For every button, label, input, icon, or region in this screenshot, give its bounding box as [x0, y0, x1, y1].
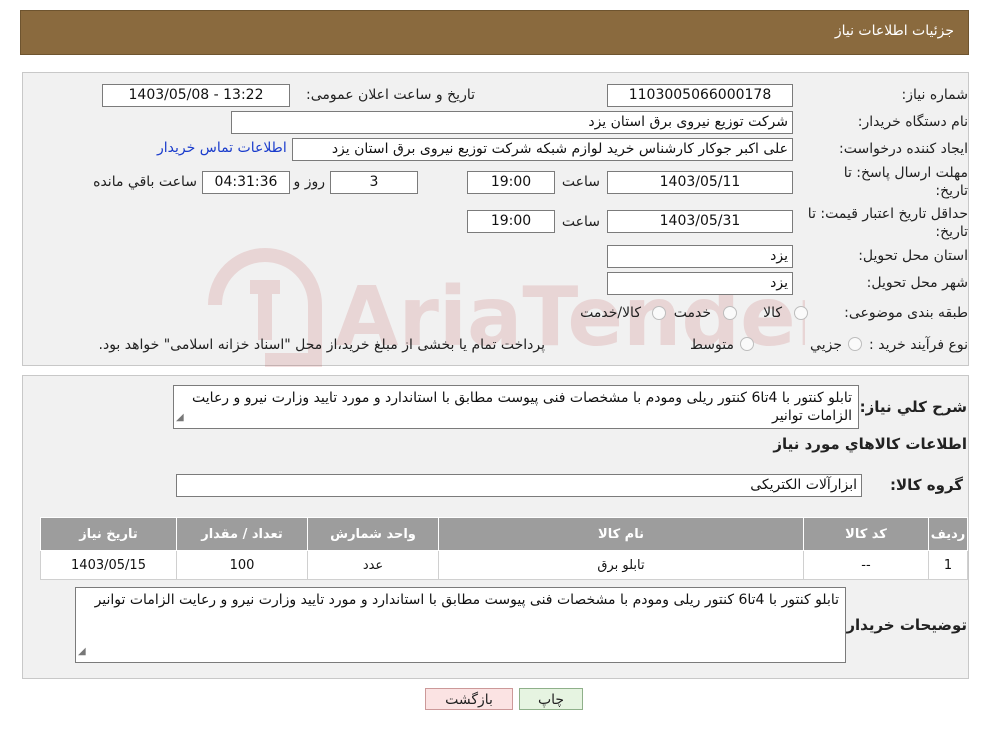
col-quantity: تعداد / مقدار	[176, 517, 308, 551]
buyer-org-label: نام دستگاه خریدار:	[857, 114, 968, 130]
goods-group-label: گروه کالا:	[890, 476, 963, 494]
col-need-date: تاريخ نياز	[40, 517, 177, 551]
announce-field: 1403/05/08 - 13:22	[102, 84, 290, 107]
validity-time-label: ساعت	[561, 214, 600, 230]
process-minor-radio[interactable]	[848, 337, 862, 351]
col-unit: واحد شمارش	[307, 517, 439, 551]
deadline-date-field: 1403/05/11	[607, 171, 793, 194]
category-goods-service-label: کالا/خدمت	[580, 305, 641, 321]
remaining-label: ساعت باقي مانده	[93, 174, 197, 190]
validity-time-field: 19:00	[467, 210, 555, 233]
resize-grip-icon[interactable]: ◢	[78, 643, 86, 661]
process-minor-label: جزيي	[810, 337, 842, 353]
days-label: روز و	[293, 174, 326, 190]
category-service-label: خدمت	[673, 305, 711, 321]
category-goods-service-radio[interactable]	[652, 306, 666, 320]
print-button[interactable]: چاپ	[519, 688, 583, 710]
buyer-org-field: شرکت توزیع نیروی برق استان یزد	[231, 111, 793, 134]
province-field: یزد	[607, 245, 793, 268]
deadline-time-field: 19:00	[467, 171, 555, 194]
buyer-notes-textarea[interactable]: تابلو کنتور با 4تا6 کنتور ریلی ومودم با …	[75, 587, 846, 663]
city-field: یزد	[607, 272, 793, 295]
need-number-field: 1103005066000178	[607, 84, 793, 107]
treasury-payment-note: پرداخت تمام یا بخشی از مبلغ خرید،از محل …	[98, 337, 545, 353]
table-row: 1 -- تابلو برق عدد 100 1403/05/15	[40, 550, 968, 580]
goods-info-title: اطلاعات کالاهاي مورد نياز	[773, 435, 967, 453]
validity-date-field: 1403/05/31	[607, 210, 793, 233]
category-label: طبقه بندی موضوعی:	[844, 305, 968, 321]
deadline-time-label: ساعت	[561, 174, 600, 190]
category-goods-label: کالا	[763, 305, 782, 321]
goods-table: رديف کد کالا نام کالا واحد شمارش تعداد /…	[40, 517, 968, 580]
buyer-notes-label: توضیحات خریدار:	[840, 616, 967, 634]
process-medium-label: متوسط	[690, 337, 734, 353]
deadline-label: مهلت ارسال پاسخ: تا	[843, 165, 968, 181]
process-medium-radio[interactable]	[740, 337, 754, 351]
announce-label: تاریخ و ساعت اعلان عمومی:	[306, 87, 475, 103]
cell-row-number: 1	[928, 550, 968, 580]
process-label: نوع فرآیند خرید :	[869, 337, 968, 353]
goods-group-field: ابزارآلات الکتریکی	[176, 474, 862, 497]
summary-text: تابلو کنتور با 4تا6 کنتور ریلی ومودم با …	[192, 390, 852, 424]
page-header: جزئیات اطلاعات نیاز	[20, 10, 969, 55]
resize-grip-icon[interactable]: ◢	[176, 409, 184, 427]
page-title: جزئیات اطلاعات نیاز	[834, 23, 954, 39]
validity-label-line2: تاریخ:	[935, 224, 968, 240]
days-field: 3	[330, 171, 418, 194]
creator-label: ایجاد کننده درخواست:	[839, 141, 968, 157]
city-label: شهر محل تحویل:	[866, 275, 968, 291]
creator-field: علی اکبر جوکار کارشناس خرید لوازم شبکه ش…	[292, 138, 793, 161]
back-button[interactable]: بازگشت	[425, 688, 513, 710]
category-goods-radio[interactable]	[794, 306, 808, 320]
remaining-time-field: 04:31:36	[202, 171, 290, 194]
cell-item-name: تابلو برق	[438, 550, 804, 580]
cell-unit: عدد	[307, 550, 439, 580]
cell-need-date: 1403/05/15	[40, 550, 177, 580]
goods-table-header: رديف کد کالا نام کالا واحد شمارش تعداد /…	[40, 517, 968, 551]
need-number-label: شماره نیاز:	[901, 87, 969, 103]
cell-item-code: --	[803, 550, 929, 580]
province-label: استان محل تحویل:	[858, 248, 968, 264]
validity-label: حداقل تاریخ اعتبار قیمت: تا	[807, 206, 968, 222]
col-item-code: کد کالا	[803, 517, 929, 551]
cell-quantity: 100	[176, 550, 308, 580]
col-item-name: نام کالا	[438, 517, 804, 551]
category-service-radio[interactable]	[723, 306, 737, 320]
deadline-label-line2: تاریخ:	[935, 183, 968, 199]
col-row-number: رديف	[928, 517, 968, 551]
summary-label: شرح کلي نياز:	[859, 398, 967, 416]
buyer-notes-text: تابلو کنتور با 4تا6 کنتور ریلی ومودم با …	[94, 592, 839, 608]
summary-textarea[interactable]: تابلو کنتور با 4تا6 کنتور ریلی ومودم با …	[173, 385, 859, 429]
buyer-contact-link[interactable]: اطلاعات تماس خریدار	[157, 140, 287, 156]
